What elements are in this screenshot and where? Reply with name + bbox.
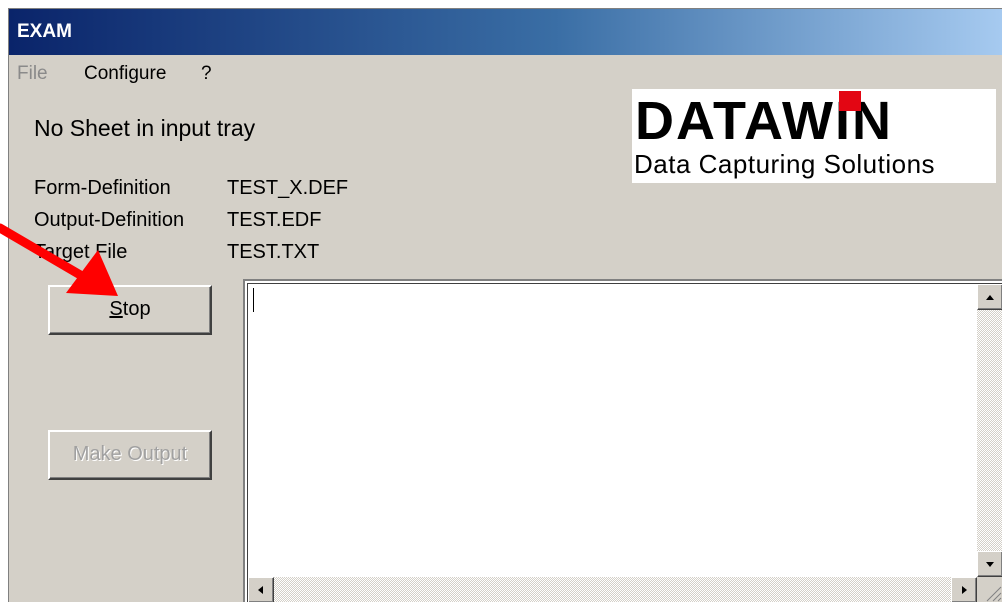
datawin-logo: DATAWIN Data Capturing Solutions [632,89,996,183]
text-caret [253,288,254,312]
exam-window: EXAM File Configure ? No Sheet in input … [8,8,1002,602]
scroll-left-button[interactable] [248,577,274,602]
scroll-right-button[interactable] [951,577,977,602]
scroll-down-button[interactable] [977,551,1002,577]
arrow-left-icon [258,586,263,594]
menu-configure[interactable]: Configure [84,63,166,85]
output-definition-label: Output-Definition [34,209,185,231]
status-text: No Sheet in input tray [34,115,256,141]
arrow-down-icon [986,562,994,567]
horizontal-scrollbar[interactable] [248,577,977,602]
title-bar[interactable]: EXAM [9,9,1002,55]
resize-grip[interactable] [977,577,1002,602]
output-definition-value: TEST.EDF [227,209,322,231]
logo-accent-square [839,91,861,111]
stop-button-label: Stop [109,287,150,331]
arrow-up-icon [986,295,994,300]
form-definition-label: Form-Definition [34,177,171,199]
make-output-label: Make Output [72,443,188,465]
output-log-box[interactable] [243,279,1002,602]
menu-file[interactable]: File [17,63,48,85]
target-file-value: TEST.TXT [227,241,320,263]
stop-button[interactable]: Stop [48,285,212,335]
scroll-up-button[interactable] [977,284,1002,310]
resize-grip-icon [986,586,1002,602]
window-title: EXAM [17,21,72,42]
vertical-scrollbar[interactable] [977,284,1002,577]
target-file-label: Target File [34,241,128,263]
menu-bar: File Configure ? [9,57,1002,89]
make-output-button[interactable]: Make Output [48,430,212,480]
logo-tagline: Data Capturing Solutions [634,149,936,179]
form-definition-value: TEST_X.DEF [227,177,349,199]
menu-help[interactable]: ? [201,63,212,85]
arrow-right-icon [962,586,967,594]
stop-mnemonic: S [109,298,123,320]
stop-label-rest: top [122,298,151,320]
